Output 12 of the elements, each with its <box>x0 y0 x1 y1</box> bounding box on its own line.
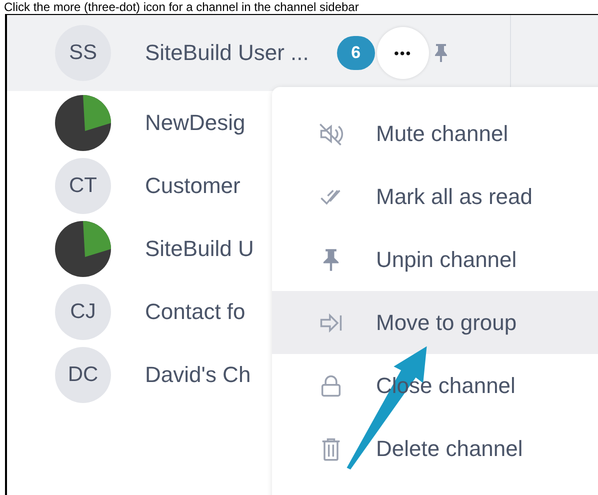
channel-name: Contact fo <box>145 298 246 324</box>
avatar: DC <box>55 346 111 402</box>
channel-name: SiteBuild User ... <box>145 40 309 66</box>
avatar: SS <box>55 25 111 81</box>
channel-name: Customer <box>145 172 240 198</box>
avatar: CJ <box>55 284 111 340</box>
unread-count-badge: 6 <box>336 36 375 70</box>
channel-name: NewDesig <box>145 110 246 136</box>
channel-name: David's Ch <box>145 362 251 388</box>
avatar: CT <box>55 158 111 214</box>
channel-name: SiteBuild U <box>145 236 254 262</box>
caption-text: Click the more (three-dot) icon for a channel in the channel sidebar <box>3 0 360 14</box>
